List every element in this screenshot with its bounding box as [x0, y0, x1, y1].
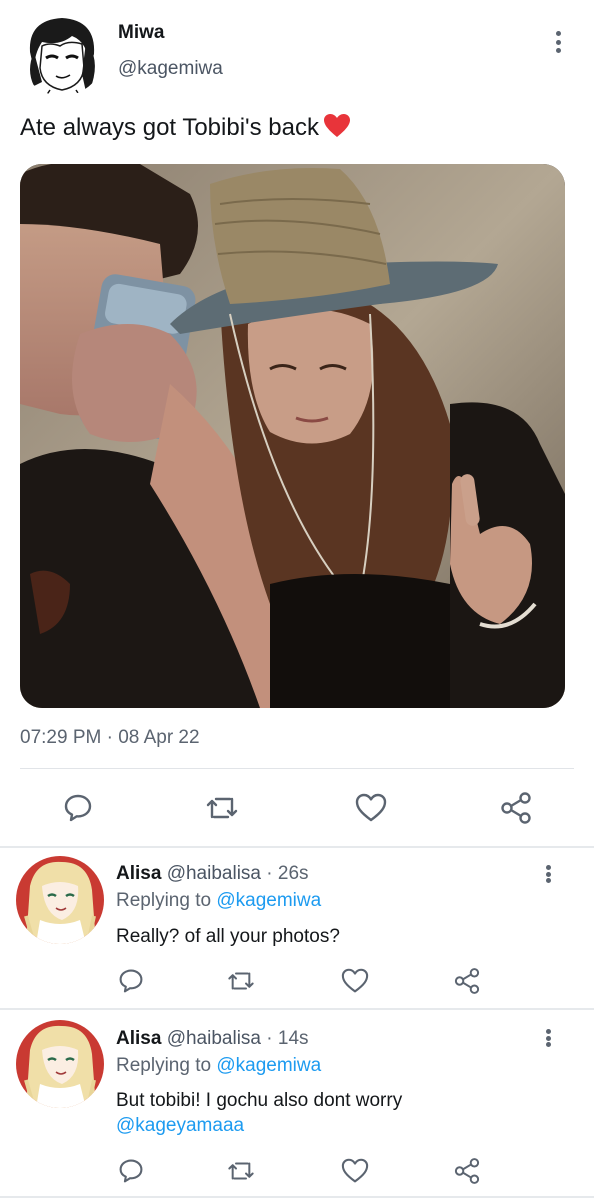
- replying-to-line: Replying to @kagemiwa: [116, 1055, 321, 1077]
- reply-text: Really? of all your photos?: [116, 926, 340, 947]
- tweet-text: Ate always got Tobibi's back: [20, 114, 319, 141]
- replying-to-line: Replying to @kagemiwa: [116, 890, 321, 912]
- replying-to-mention[interactable]: @kagemiwa: [216, 1055, 321, 1076]
- replying-to-label: Replying to: [116, 890, 212, 911]
- anime-avatar-drawing: [16, 856, 104, 944]
- tweet-timestamp: 07:29 PM · 08 Apr 22: [20, 727, 200, 748]
- more-options-icon[interactable]: [548, 28, 568, 56]
- author-handle[interactable]: @haibalisa: [167, 1028, 261, 1049]
- reply-text: But tobibi! I gochu also dont worry: [116, 1090, 403, 1111]
- reply-mention-link[interactable]: @kageyamaaa: [116, 1115, 244, 1137]
- like-icon[interactable]: [351, 788, 391, 828]
- photo-image: [20, 164, 565, 708]
- replying-to-label: Replying to: [116, 1055, 212, 1076]
- author-name[interactable]: Miwa: [118, 22, 164, 44]
- author-name[interactable]: Alisa: [116, 863, 161, 884]
- comment-icon[interactable]: [116, 966, 146, 996]
- retweet-icon[interactable]: [226, 966, 256, 996]
- author-name[interactable]: Alisa: [116, 1028, 161, 1049]
- avatar[interactable]: [20, 12, 104, 96]
- tweet-detail-page: Miwa @kagemiwa Ate always got Tobibi's b…: [0, 0, 594, 1200]
- avatar[interactable]: [16, 1020, 104, 1108]
- retweet-icon[interactable]: [202, 788, 242, 828]
- comment-icon[interactable]: [58, 788, 98, 828]
- manga-avatar-drawing: [20, 12, 104, 96]
- author-handle[interactable]: @kagemiwa: [118, 58, 223, 80]
- more-options-icon[interactable]: [538, 862, 558, 886]
- like-icon[interactable]: [340, 966, 370, 996]
- reply-time: · 26s: [266, 863, 309, 884]
- tweet-text-row: Ate always got Tobibi's back: [20, 113, 351, 146]
- main-tweet-header: Miwa @kagemiwa: [0, 0, 594, 110]
- retweet-icon[interactable]: [226, 1156, 256, 1186]
- more-options-icon[interactable]: [538, 1026, 558, 1050]
- divider: [0, 1008, 594, 1010]
- reply-header: Alisa @haibalisa · 14s: [116, 1028, 309, 1050]
- avatar[interactable]: [16, 856, 104, 944]
- share-icon[interactable]: [452, 966, 482, 996]
- share-icon[interactable]: [452, 1156, 482, 1186]
- reply-header: Alisa @haibalisa · 26s: [116, 863, 309, 885]
- divider: [20, 768, 574, 769]
- replying-to-mention[interactable]: @kagemiwa: [216, 890, 321, 911]
- comment-icon[interactable]: [116, 1156, 146, 1186]
- divider: [0, 846, 594, 848]
- reply-time: · 14s: [266, 1028, 309, 1049]
- tweet-photo[interactable]: [20, 164, 565, 708]
- divider: [0, 1196, 594, 1198]
- like-icon[interactable]: [340, 1156, 370, 1186]
- red-heart-icon: [323, 113, 351, 146]
- share-icon[interactable]: [496, 788, 536, 828]
- anime-avatar-drawing: [16, 1020, 104, 1108]
- author-handle[interactable]: @haibalisa: [167, 863, 261, 884]
